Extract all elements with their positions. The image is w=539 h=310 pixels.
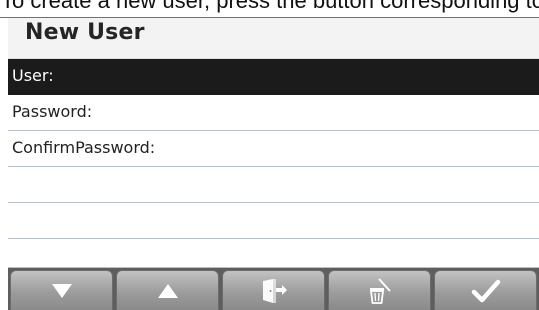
- device-screen: New User User: Password: ConfirmPassword…: [8, 18, 539, 310]
- empty-row: [8, 203, 539, 239]
- instruction-caption-text: To create a new user, press the button c…: [1, 0, 539, 13]
- instruction-caption: To create a new user, press the button c…: [0, 0, 539, 18]
- empty-row: [8, 239, 539, 268]
- field-label-confirm-password: ConfirmPassword:: [12, 138, 156, 157]
- exit-door-icon: [262, 278, 287, 303]
- field-label-password: Password:: [12, 102, 93, 121]
- screen-header: New User: [8, 18, 539, 59]
- down-arrow-icon: [51, 283, 72, 298]
- field-row-user[interactable]: User:: [8, 59, 539, 95]
- exit-button[interactable]: [222, 270, 325, 310]
- screen-title: New User: [25, 20, 145, 45]
- up-arrow-icon: [157, 283, 178, 298]
- checkmark-icon: [471, 279, 500, 302]
- softkey-bar: [8, 268, 539, 310]
- trash-icon: [369, 277, 391, 304]
- field-label-user: User:: [12, 66, 54, 85]
- delete-button[interactable]: [328, 270, 431, 310]
- empty-row: [8, 167, 539, 203]
- field-row-confirm-password[interactable]: ConfirmPassword:: [8, 131, 539, 167]
- up-button[interactable]: [116, 270, 219, 310]
- field-row-password[interactable]: Password:: [8, 95, 539, 131]
- confirm-button[interactable]: [434, 270, 537, 310]
- down-button[interactable]: [10, 270, 113, 310]
